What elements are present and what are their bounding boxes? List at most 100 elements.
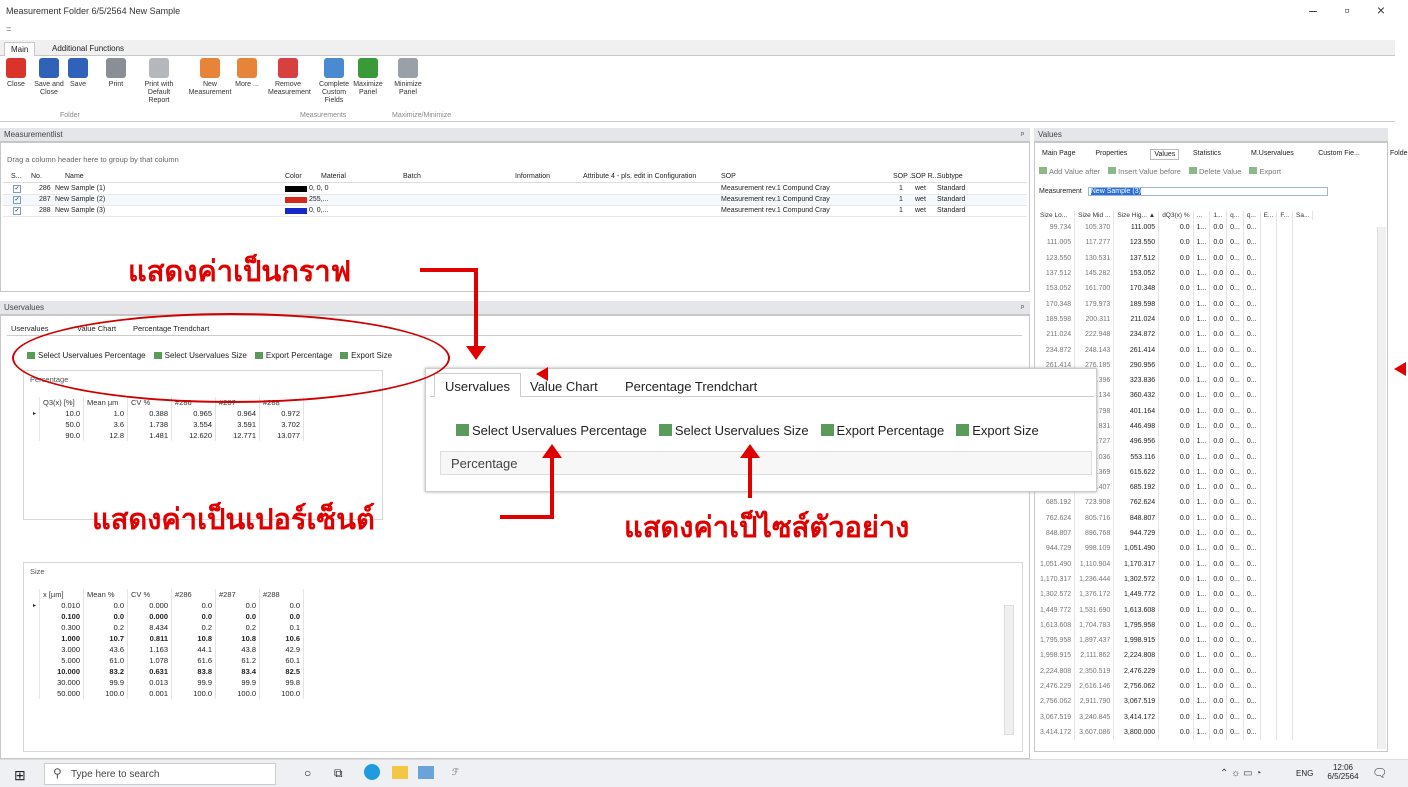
measurement-app-icon[interactable]: ℱ [452, 767, 459, 778]
column-header[interactable]: Material [321, 173, 346, 180]
app-icon[interactable] [418, 766, 434, 779]
maximize-panel-button[interactable]: Maximize Panel [352, 58, 384, 97]
column-header[interactable]: ... [1193, 211, 1211, 220]
table-row[interactable]: 189.598 200.311 211.024 0.0 1... 0.0 0... 0... [1037, 311, 1313, 328]
table-row[interactable]: 1,051.490 1,110.904 1,170.317 0.0 1... 0.0 0..… [1037, 556, 1313, 572]
table-row[interactable]: 234.872 248.143 261.414 0.0 1... 0.0 0... 0... [1037, 342, 1313, 358]
row-checkbox[interactable]: ✓ [13, 196, 21, 204]
taskbar-search[interactable]: ⚲ Type here to search [44, 763, 276, 785]
table-row[interactable]: 111.005 117.277 123.550 0.0 1... 0.0 0... 0... [1037, 235, 1313, 251]
table-row[interactable]: 1,795.958 1,897.437 1,998.915 0.0 1... 0.0 0..… [1037, 633, 1313, 649]
notification-icon[interactable]: 🗨 [1372, 766, 1387, 780]
export-percentage-button[interactable]: Export Percentage [820, 423, 944, 438]
table-row[interactable]: ▸ 0.010 0.0 0.000 0.0 0.0 0.0 [30, 600, 305, 611]
tab-statistics[interactable]: Statistics [1190, 149, 1224, 158]
table-row[interactable]: 0.300 0.2 8.434 0.2 0.2 0.1 [30, 622, 305, 633]
column-header[interactable]: #287 [215, 589, 261, 600]
column-header[interactable]: Size Hig... ▲ [1113, 211, 1160, 220]
column-header[interactable]: q... [1226, 211, 1244, 220]
column-header[interactable]: Size Mid ... [1074, 211, 1115, 220]
column-header[interactable]: No. [31, 173, 42, 180]
pin-icon[interactable]: ᵖ [1021, 303, 1024, 312]
table-row[interactable]: 762.624 805.716 848.807 0.0 1... 0.0 0... 0... [1037, 510, 1313, 526]
column-header[interactable]: Sa... [1292, 211, 1314, 220]
tab-m-uservalues[interactable]: M.Uservalues [1248, 149, 1297, 158]
export-size-button[interactable]: Export Size [956, 423, 1039, 438]
windows-start-icon[interactable]: ⊞ [14, 767, 26, 784]
column-header[interactable]: #286 [171, 589, 217, 600]
table-row[interactable]: 50.0 3.6 1.738 3.554 3.591 3.702 [30, 419, 305, 430]
size-scrollbar[interactable] [1004, 605, 1014, 735]
column-header[interactable]: #288 [259, 589, 305, 600]
tray-icons[interactable]: ⌃ ☼ ▭ ◔ [1220, 768, 1261, 779]
column-header[interactable]: q... [1243, 211, 1261, 220]
column-header[interactable]: Batch [403, 173, 421, 180]
row-checkbox[interactable]: ✓ [13, 207, 21, 215]
quick-access-toolbar[interactable]: = [6, 24, 11, 34]
column-header[interactable]: Information [515, 173, 550, 180]
table-row[interactable]: 944.729 998.109 1,051.490 0.0 1... 0.0 0... 0..… [1037, 541, 1313, 557]
table-row[interactable]: 1.000 10.7 0.811 10.8 10.8 10.6 [30, 633, 305, 644]
new-measurement-button[interactable]: New Measurement [188, 58, 232, 97]
table-row[interactable]: 2,756.062 2,911.790 3,067.519 0.0 1... 0.0 0..… [1037, 694, 1313, 710]
zoom-tab-uservalues[interactable]: Uservalues [434, 373, 522, 397]
column-header[interactable]: S... [11, 173, 22, 180]
table-row[interactable]: 2,224.808 2,350.519 2,476.229 0.0 1... 0.0 0..… [1037, 663, 1313, 679]
column-header[interactable]: E... [1260, 211, 1278, 220]
table-row[interactable]: ✓ 286 New Sample (1) 0, 0, 0 Measurement rev… [3, 184, 1027, 195]
table-row[interactable]: 123.550 130.531 137.512 0.0 1... 0.0 0... 0... [1037, 250, 1313, 266]
select-uservalues-percentage-button[interactable]: Select Uservalues Percentage [456, 423, 647, 438]
column-header[interactable]: Color [285, 173, 302, 180]
close-button[interactable]: Close [4, 58, 28, 89]
remove-measurement-button[interactable]: Remove Measurement [268, 58, 311, 97]
table-row[interactable]: 50.000 100.0 0.001 100.0 100.0 100.0 [30, 688, 305, 699]
table-row[interactable]: ✓ 287 New Sample (2) 255,... Measurement rev… [3, 195, 1027, 206]
minimize-window-button[interactable]: – [1298, 2, 1328, 18]
insert-value-before-button[interactable]: Insert Value before [1108, 167, 1181, 176]
table-row[interactable]: 99.734 105.370 111.005 0.0 1... 0.0 0... 0... [1037, 220, 1313, 236]
add-value-after-button[interactable]: Add Value after [1039, 167, 1100, 176]
table-row[interactable]: 1,998.915 2,111.862 2,224.808 0.0 1... 0.0 0..… [1037, 648, 1313, 664]
column-header[interactable]: 1... [1209, 211, 1228, 220]
tab-values[interactable]: Values [1150, 149, 1180, 160]
tab-properties[interactable]: Properties [1092, 149, 1130, 158]
column-header[interactable]: Size Lo... [1037, 211, 1076, 220]
pin-icon[interactable]: ᵖ [1021, 130, 1024, 139]
column-header[interactable]: x [µm] [39, 589, 85, 600]
clock[interactable]: 12:06 6/5/2564 [1326, 763, 1360, 781]
table-row[interactable]: ✓ 288 New Sample (3) 0, 0,... Measurement re… [3, 206, 1027, 217]
row-checkbox[interactable]: ✓ [13, 185, 21, 193]
column-header[interactable]: F... [1276, 211, 1294, 220]
zoom-tab-percentage-trendchart[interactable]: Percentage Trendchart [625, 379, 757, 394]
table-row[interactable]: 685.192 723.908 762.624 0.0 1... 0.0 0... 0... [1037, 495, 1313, 511]
table-row[interactable]: ▸ 10.0 1.0 0.388 0.965 0.964 0.972 [30, 408, 305, 419]
column-header[interactable]: Name [65, 173, 84, 180]
column-header[interactable]: CV % [127, 589, 173, 600]
delete-value-button[interactable]: Delete Value [1188, 167, 1241, 176]
print-button[interactable]: Print [102, 58, 130, 89]
tab-uservalues[interactable]: Uservalues [11, 324, 49, 333]
edge-icon[interactable] [364, 764, 380, 780]
export-button[interactable]: Export [1249, 167, 1281, 176]
tab-folder[interactable]: Folder [1387, 149, 1408, 158]
table-row[interactable]: 1,613.608 1,704.783 1,795.958 0.0 1... 0.0 0..… [1037, 617, 1313, 634]
save-button[interactable]: Save [64, 58, 92, 89]
tab-additional-functions[interactable]: Additional Functions [46, 42, 130, 55]
values-scrollbar[interactable] [1377, 227, 1386, 749]
table-row[interactable]: 30.000 99.9 0.013 99.9 99.9 99.8 [30, 677, 305, 688]
cortana-icon[interactable]: ○ [304, 766, 311, 780]
tab-main[interactable]: Main [4, 42, 36, 56]
print-with-default-report-button[interactable]: Print with Default Report [138, 58, 180, 105]
zoom-tab-value-chart[interactable]: Value Chart [530, 379, 598, 394]
table-row[interactable]: 153.052 161.700 170.348 0.0 1... 0.0 0... 0... [1037, 281, 1313, 297]
tab-custom-fie[interactable]: Custom Fie... [1315, 149, 1363, 158]
table-row[interactable]: 1,449.772 1,531.690 1,613.608 0.0 1... 0.0 0..… [1037, 602, 1313, 618]
table-row[interactable]: 211.024 222.948 234.872 0.0 1... 0.0 0... 0... [1037, 327, 1313, 343]
measurement-select[interactable]: New Sample (3) [1087, 187, 1328, 196]
restore-window-button[interactable]: ▫ [1332, 2, 1362, 18]
table-row[interactable]: 5.000 61.0 1.078 61.6 61.2 60.1 [30, 655, 305, 666]
tab-main-page[interactable]: Main Page [1039, 149, 1078, 158]
column-header[interactable]: Mean % [83, 589, 129, 600]
table-row[interactable]: 3.000 43.6 1.163 44.1 43.8 42.9 [30, 644, 305, 655]
complete-custom-fields-button[interactable]: Complete Custom Fields [312, 58, 356, 105]
